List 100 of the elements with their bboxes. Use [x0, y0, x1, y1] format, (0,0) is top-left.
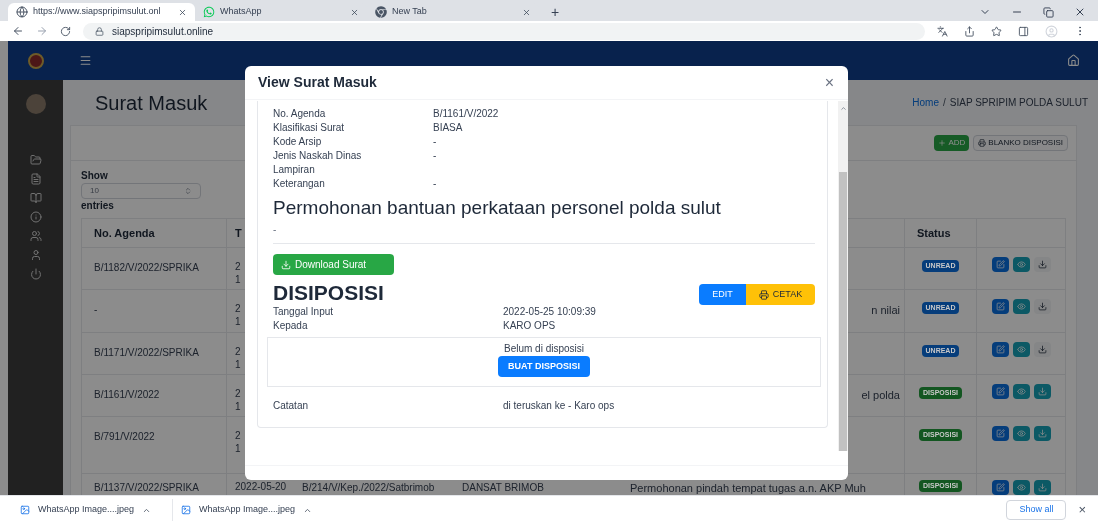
- page-title: Surat Masuk: [95, 90, 208, 116]
- edit-button[interactable]: [991, 299, 1009, 314]
- browser-tab[interactable]: https://www.siapspripimsulut.onl: [8, 3, 195, 21]
- edit-button[interactable]: [991, 384, 1009, 399]
- pen-icon: [995, 483, 1005, 492]
- edit-button[interactable]: [991, 426, 1009, 441]
- view-button[interactable]: [1012, 480, 1030, 495]
- download-item[interactable]: WhatsApp Image....jpeg: [172, 499, 332, 521]
- download-button[interactable]: [1033, 480, 1051, 495]
- letter-subject: Permohonan bantuan perkataan personel polda sulut: [273, 196, 722, 220]
- address-bar[interactable]: siapspripimsulut.online: [83, 22, 925, 40]
- column-header: T: [235, 225, 242, 241]
- blanko-disposisi-button[interactable]: BLANKO DISPOSISI: [973, 135, 1068, 151]
- chrome-icon: [375, 6, 387, 18]
- table-cell: -: [82, 290, 227, 332]
- logo-icon: [27, 52, 44, 69]
- download-icon: [1037, 483, 1047, 492]
- restore-icon[interactable]: [1043, 6, 1054, 18]
- field-label: No. Agenda: [273, 107, 327, 121]
- download-button[interactable]: [1033, 257, 1051, 272]
- info-icon[interactable]: [29, 211, 42, 223]
- file-icon[interactable]: [29, 173, 42, 185]
- forward-icon[interactable]: [36, 25, 48, 37]
- table-cell-text: n nilai: [871, 303, 900, 318]
- view-button[interactable]: [1012, 342, 1030, 357]
- close-icon[interactable]: [178, 7, 187, 17]
- view-button[interactable]: [1012, 426, 1030, 441]
- plus-icon: [938, 139, 947, 147]
- table-cell: 1: [235, 273, 241, 286]
- menu-icon[interactable]: [79, 54, 92, 67]
- image-file-icon: [181, 505, 191, 515]
- field-value: -: [433, 177, 437, 191]
- buat-disposisi-button[interactable]: BUAT DISPOSISI: [498, 356, 590, 377]
- download-button[interactable]: [1033, 342, 1051, 357]
- users-icon[interactable]: [29, 230, 42, 242]
- download-button[interactable]: [1033, 384, 1051, 399]
- table-cell-text: el polda: [861, 388, 900, 403]
- field-label: Keterangan: [273, 177, 326, 191]
- entries-label: entries: [81, 199, 114, 213]
- download-button[interactable]: [1033, 426, 1051, 441]
- bookmark-star-icon[interactable]: [991, 25, 1002, 37]
- reload-icon[interactable]: [60, 25, 71, 37]
- scroll-up-icon[interactable]: [839, 105, 847, 112]
- translate-icon[interactable]: [937, 25, 948, 37]
- power-icon[interactable]: [29, 268, 42, 280]
- eye-icon: [1016, 387, 1026, 396]
- pen-icon: [995, 345, 1005, 354]
- lock-icon: [95, 26, 104, 36]
- download-item[interactable]: WhatsApp Image....jpeg: [12, 499, 172, 521]
- table-cell: 2022-05-20: [235, 480, 287, 493]
- download-icon: [1037, 302, 1047, 311]
- view-button[interactable]: [1012, 257, 1030, 272]
- whatsapp-icon: [203, 6, 215, 18]
- download-button[interactable]: [1033, 299, 1051, 314]
- close-icon[interactable]: [522, 7, 531, 17]
- view-button[interactable]: [1012, 384, 1030, 399]
- pen-icon: [995, 387, 1005, 396]
- folder-icon[interactable]: [29, 154, 42, 166]
- edit-button[interactable]: [991, 480, 1009, 495]
- user-icon[interactable]: [29, 249, 42, 261]
- eye-icon: [1016, 260, 1026, 269]
- close-button[interactable]: ×: [824, 74, 834, 91]
- field-label: Kepada: [273, 319, 309, 333]
- field-value: KARO OPS: [503, 319, 556, 333]
- close-window-icon[interactable]: [1074, 6, 1086, 18]
- close-icon[interactable]: [350, 7, 359, 17]
- breadcrumb-separator: /: [943, 96, 946, 110]
- view-button[interactable]: [1012, 299, 1030, 314]
- download-icon: [1037, 429, 1047, 438]
- globe-icon: [16, 6, 28, 18]
- table-cell: 1: [235, 315, 241, 328]
- eye-icon: [1016, 345, 1026, 354]
- scrollbar[interactable]: [838, 101, 848, 451]
- table-cell-text: Permohonan pindah tempat tugas a.n. AKP Muh: [630, 481, 866, 495]
- show-all-button[interactable]: Show all: [1006, 500, 1067, 520]
- printer-icon: [758, 289, 769, 300]
- breadcrumb-current: SIAP SPRIPIM POLDA SULUT: [949, 96, 1088, 110]
- table-cell: B/1182/V/2022/SPRIKA: [82, 248, 227, 289]
- table-cell: 1: [235, 400, 241, 413]
- side-panel-icon[interactable]: [1018, 25, 1029, 37]
- table-cell: 2: [235, 260, 241, 273]
- field-value: -: [433, 135, 437, 149]
- field-value: BIASA: [433, 121, 463, 135]
- table-cell: B/214/V/Kep./2022/Satbrimob: [302, 482, 435, 493]
- print-button[interactable]: CETAK: [746, 284, 815, 305]
- share-icon[interactable]: [964, 25, 975, 37]
- eye-icon: [1016, 302, 1026, 311]
- edit-button[interactable]: [991, 342, 1009, 357]
- back-icon[interactable]: [12, 25, 24, 37]
- home-icon[interactable]: [1067, 54, 1080, 67]
- edit-button[interactable]: EDIT: [699, 284, 746, 305]
- book-icon[interactable]: [29, 192, 42, 204]
- edit-button[interactable]: [991, 257, 1009, 272]
- field-label: Jenis Naskah Dinas: [273, 149, 363, 163]
- subject-note: -: [273, 223, 278, 237]
- new-tab-button[interactable]: +: [539, 3, 572, 21]
- table-cell: B/1171/V/2022/SPRIKA: [82, 333, 227, 374]
- field-value: B/1161/V/2022: [433, 107, 499, 121]
- table-cell: 2: [235, 302, 241, 315]
- eye-icon: [1016, 429, 1026, 438]
